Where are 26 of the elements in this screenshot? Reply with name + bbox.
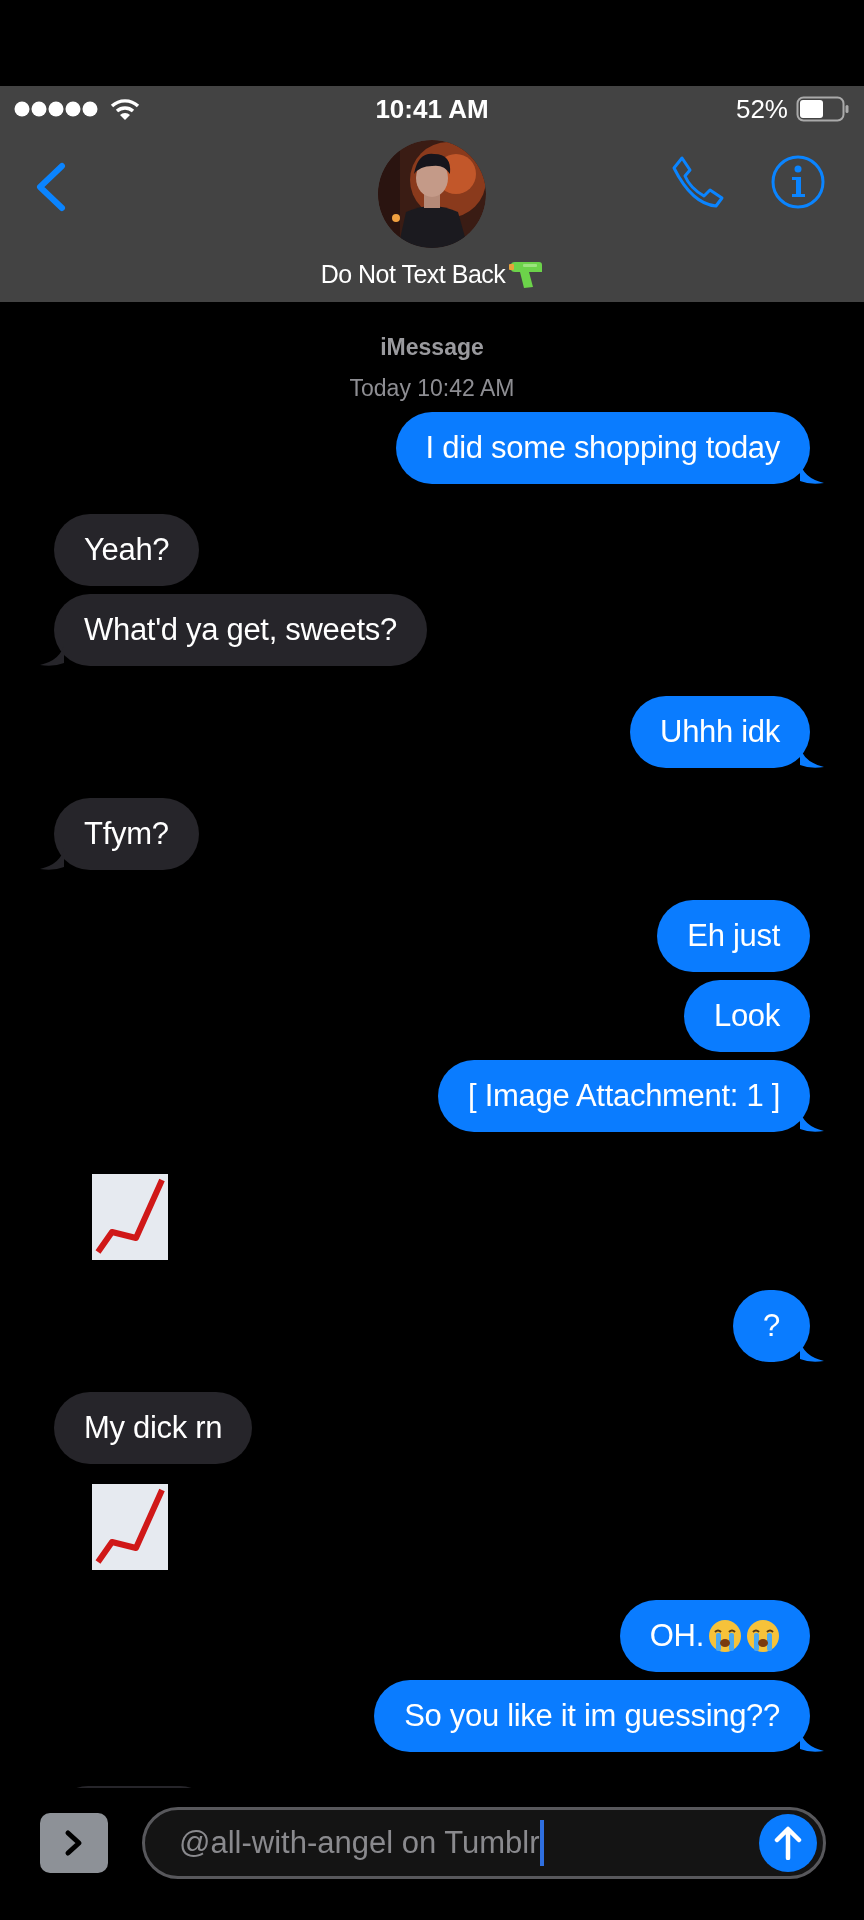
up-arrow-icon bbox=[773, 1826, 803, 1860]
service-label: iMessage bbox=[379, 334, 485, 361]
message-timestamp: Today 10:42 AM bbox=[348, 375, 516, 402]
crying-face-icon bbox=[708, 1619, 742, 1653]
phone-icon[interactable] bbox=[670, 154, 726, 210]
battery-icon bbox=[796, 96, 850, 122]
status-time: 10:41 AM bbox=[375, 93, 489, 125]
signal-icon bbox=[14, 101, 100, 117]
chart-increasing-icon bbox=[92, 1484, 168, 1570]
contact-name[interactable]: Do Not Text Back bbox=[320, 260, 506, 289]
message-field[interactable]: @all-with-angel on Tumblr bbox=[142, 1807, 826, 1879]
message-bubble: Look bbox=[683, 980, 810, 1052]
battery-percent: 52% bbox=[735, 93, 788, 125]
water-pistol-icon bbox=[509, 260, 544, 289]
message-text: OH. bbox=[649, 1617, 704, 1655]
chart-increasing-icon bbox=[92, 1174, 168, 1260]
crying-face-icon bbox=[746, 1619, 780, 1653]
back-icon[interactable] bbox=[34, 162, 66, 212]
wifi-icon bbox=[110, 97, 140, 121]
message-bubble: Yeah? bbox=[54, 514, 200, 586]
info-icon[interactable] bbox=[770, 154, 826, 210]
send-button[interactable] bbox=[759, 1814, 817, 1872]
message-bubble: My dick rn bbox=[54, 1392, 253, 1464]
apps-button[interactable] bbox=[40, 1813, 108, 1873]
chevron-icon bbox=[64, 1829, 84, 1857]
message-bubble: Eh just bbox=[657, 900, 810, 972]
